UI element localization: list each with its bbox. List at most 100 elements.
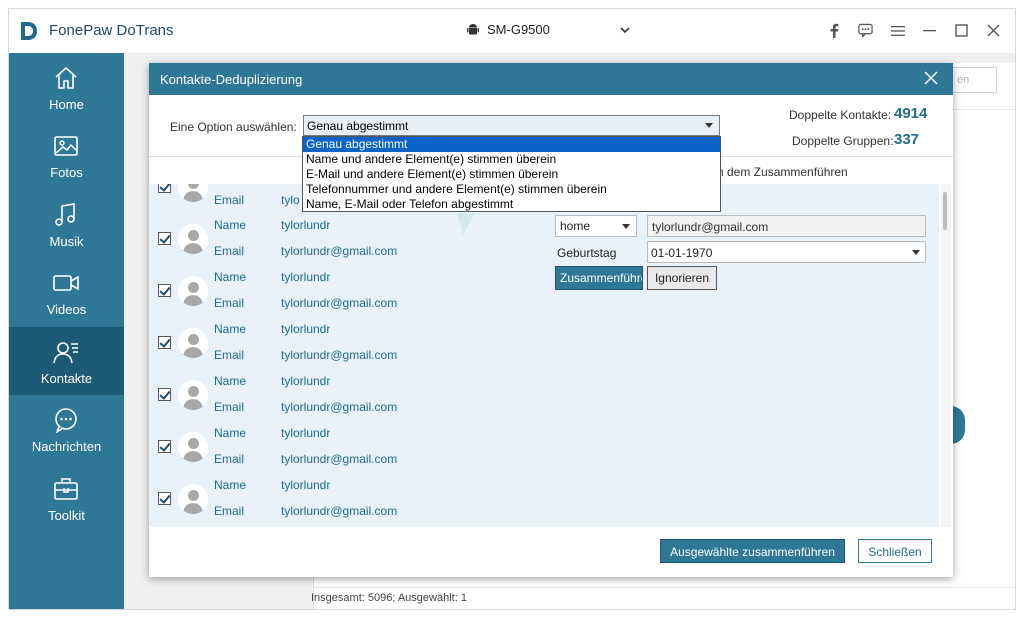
feedback-icon[interactable]: [858, 23, 873, 38]
option-dropdown-list: Genau abgestimmt Name und andere Element…: [302, 136, 721, 212]
email-type-value: home: [560, 219, 591, 233]
sidebar-item-photos[interactable]: Fotos: [9, 121, 124, 189]
name-label: Name: [214, 218, 247, 232]
avatar: [178, 432, 208, 462]
option-select-value: Genau abgestimmt: [307, 119, 409, 133]
list-scrollbar-thumb[interactable]: [943, 192, 947, 230]
sidebar-item-contacts[interactable]: Kontakte: [9, 327, 124, 395]
avatar: [178, 380, 208, 410]
search-placeholder: en: [957, 74, 970, 86]
option-item[interactable]: Name, E-Mail oder Telefon abgestimmt: [303, 197, 720, 212]
message-icon: [55, 408, 77, 433]
list-item[interactable]: Name tylorlundr Email tylorlundr@gmail.c…: [149, 475, 939, 527]
option-item[interactable]: Genau abgestimmt: [303, 137, 720, 152]
dialog-title: Kontakte-Deduplizierung: [160, 72, 303, 87]
android-icon: [467, 24, 479, 35]
minimize-icon[interactable]: [922, 23, 937, 38]
contacts-icon: [53, 342, 78, 364]
name-value: tylorlundr: [281, 426, 331, 440]
name-value: tylorlundr: [281, 478, 331, 492]
merge-button[interactable]: Zusammenführe: [555, 266, 643, 290]
row-checkbox[interactable]: [158, 232, 171, 245]
option-item[interactable]: Telefonnummer und andere Element(e) stim…: [303, 182, 720, 197]
email-label: Email: [214, 504, 245, 518]
watermark-icon: [457, 213, 475, 235]
sidebar-item-label: Fotos: [50, 165, 83, 180]
status-bar-text: Insgesamt: 5096; Ausgewählt: 1: [311, 592, 467, 604]
dedup-dialog: Kontakte-Deduplizierung Eine Option ausw…: [149, 63, 953, 577]
dialog-header: Kontakte-Deduplizierung: [149, 63, 953, 95]
email-label: Email: [214, 244, 245, 258]
sidebar-item-label: Toolkit: [48, 508, 85, 523]
divider: [313, 587, 1015, 588]
name-value: tylorlundr: [281, 218, 331, 232]
duplicate-groups-count: 337: [894, 131, 920, 148]
sidebar: Home Fotos Musik Videos Kontakte Nachric…: [9, 53, 124, 609]
sidebar-item-messages[interactable]: Nachrichten: [9, 395, 124, 463]
email-value: tylorlundr@gmail.com: [281, 244, 398, 258]
row-checkbox[interactable]: [158, 184, 171, 193]
option-item[interactable]: E-Mail und andere Element(e) stimmen übe…: [303, 167, 720, 182]
photo-icon: [54, 136, 78, 156]
sidebar-item-label: Videos: [46, 302, 87, 317]
sidebar-item-home[interactable]: Home: [9, 53, 124, 121]
list-item[interactable]: Name tylorlundr Email tylorlundr@gmail.c…: [149, 423, 939, 475]
sidebar-item-toolkit[interactable]: Toolkit: [9, 464, 124, 532]
sidebar-item-videos[interactable]: Videos: [9, 258, 124, 326]
name-value: tylorlundr: [281, 270, 331, 284]
sidebar-item-label: Home: [49, 97, 84, 112]
name-value: tylorlundr: [281, 322, 331, 336]
option-item[interactable]: Name und andere Element(e) stimmen übere…: [303, 152, 720, 167]
toolkit-icon: [54, 478, 78, 500]
dropdown-arrow-icon: [622, 224, 630, 229]
row-checkbox[interactable]: [158, 336, 171, 349]
dialog-close-icon[interactable]: [921, 69, 941, 89]
list-item[interactable]: Name tylorlundr Email tylorlundr@gmail.c…: [149, 319, 939, 371]
name-label: Name: [214, 374, 247, 388]
row-checkbox[interactable]: [158, 388, 171, 401]
close-icon[interactable]: [986, 23, 1001, 38]
duplicate-contacts-count: 4914: [894, 105, 928, 122]
list-item[interactable]: Name tylorlundr Email tylorlundr@gmail.c…: [149, 371, 939, 423]
sidebar-item-label: Musik: [49, 234, 84, 249]
avatar: [178, 224, 208, 254]
maximize-icon[interactable]: [954, 23, 969, 38]
close-button[interactable]: Schließen: [858, 539, 932, 563]
video-icon: [53, 275, 79, 291]
name-value: tylorlundr: [281, 374, 331, 388]
merge-selected-button[interactable]: Ausgewählte zusammenführen: [660, 539, 845, 563]
home-icon: [55, 67, 77, 89]
email-label: Email: [214, 400, 245, 414]
device-selector[interactable]: SM-G9500: [467, 22, 630, 37]
option-select[interactable]: Genau abgestimmt: [303, 115, 720, 136]
birthday-value: 01-01-1970: [651, 246, 713, 260]
row-checkbox[interactable]: [158, 284, 171, 297]
list-scrollbar[interactable]: [941, 184, 951, 527]
menu-icon[interactable]: [890, 23, 905, 38]
list-item[interactable]: Name tylorlundr Email tylorlundr@gmail.c…: [149, 267, 939, 319]
sidebar-item-label: Nachrichten: [31, 439, 102, 454]
email-type-select[interactable]: home: [555, 215, 637, 237]
ignore-button[interactable]: Ignorieren: [647, 266, 717, 290]
music-icon: [55, 203, 75, 226]
app-logo-icon: [21, 22, 37, 40]
email-value: tylo: [281, 193, 300, 207]
title-bar: FonePaw DoTrans SM-G9500: [9, 9, 1015, 53]
avatar: [178, 484, 208, 514]
birthday-select[interactable]: 01-01-1970: [647, 241, 926, 263]
row-checkbox[interactable]: [158, 492, 171, 505]
window-controls: [826, 23, 1001, 38]
name-label: Name: [214, 478, 247, 492]
name-label: Name: [214, 322, 247, 336]
avatar: [178, 184, 208, 202]
sidebar-item-music[interactable]: Musik: [9, 190, 124, 258]
dropdown-arrow-icon: [912, 250, 920, 255]
email-label: Email: [214, 452, 245, 466]
email-field-value: tylorlundr@gmail.com: [652, 220, 769, 234]
app-title: FonePaw DoTrans: [49, 22, 174, 39]
email-label: Email: [214, 348, 245, 362]
chevron-down-icon[interactable]: [620, 23, 630, 37]
facebook-icon[interactable]: [826, 23, 841, 38]
row-checkbox[interactable]: [158, 440, 171, 453]
email-field[interactable]: tylorlundr@gmail.com: [647, 215, 926, 237]
